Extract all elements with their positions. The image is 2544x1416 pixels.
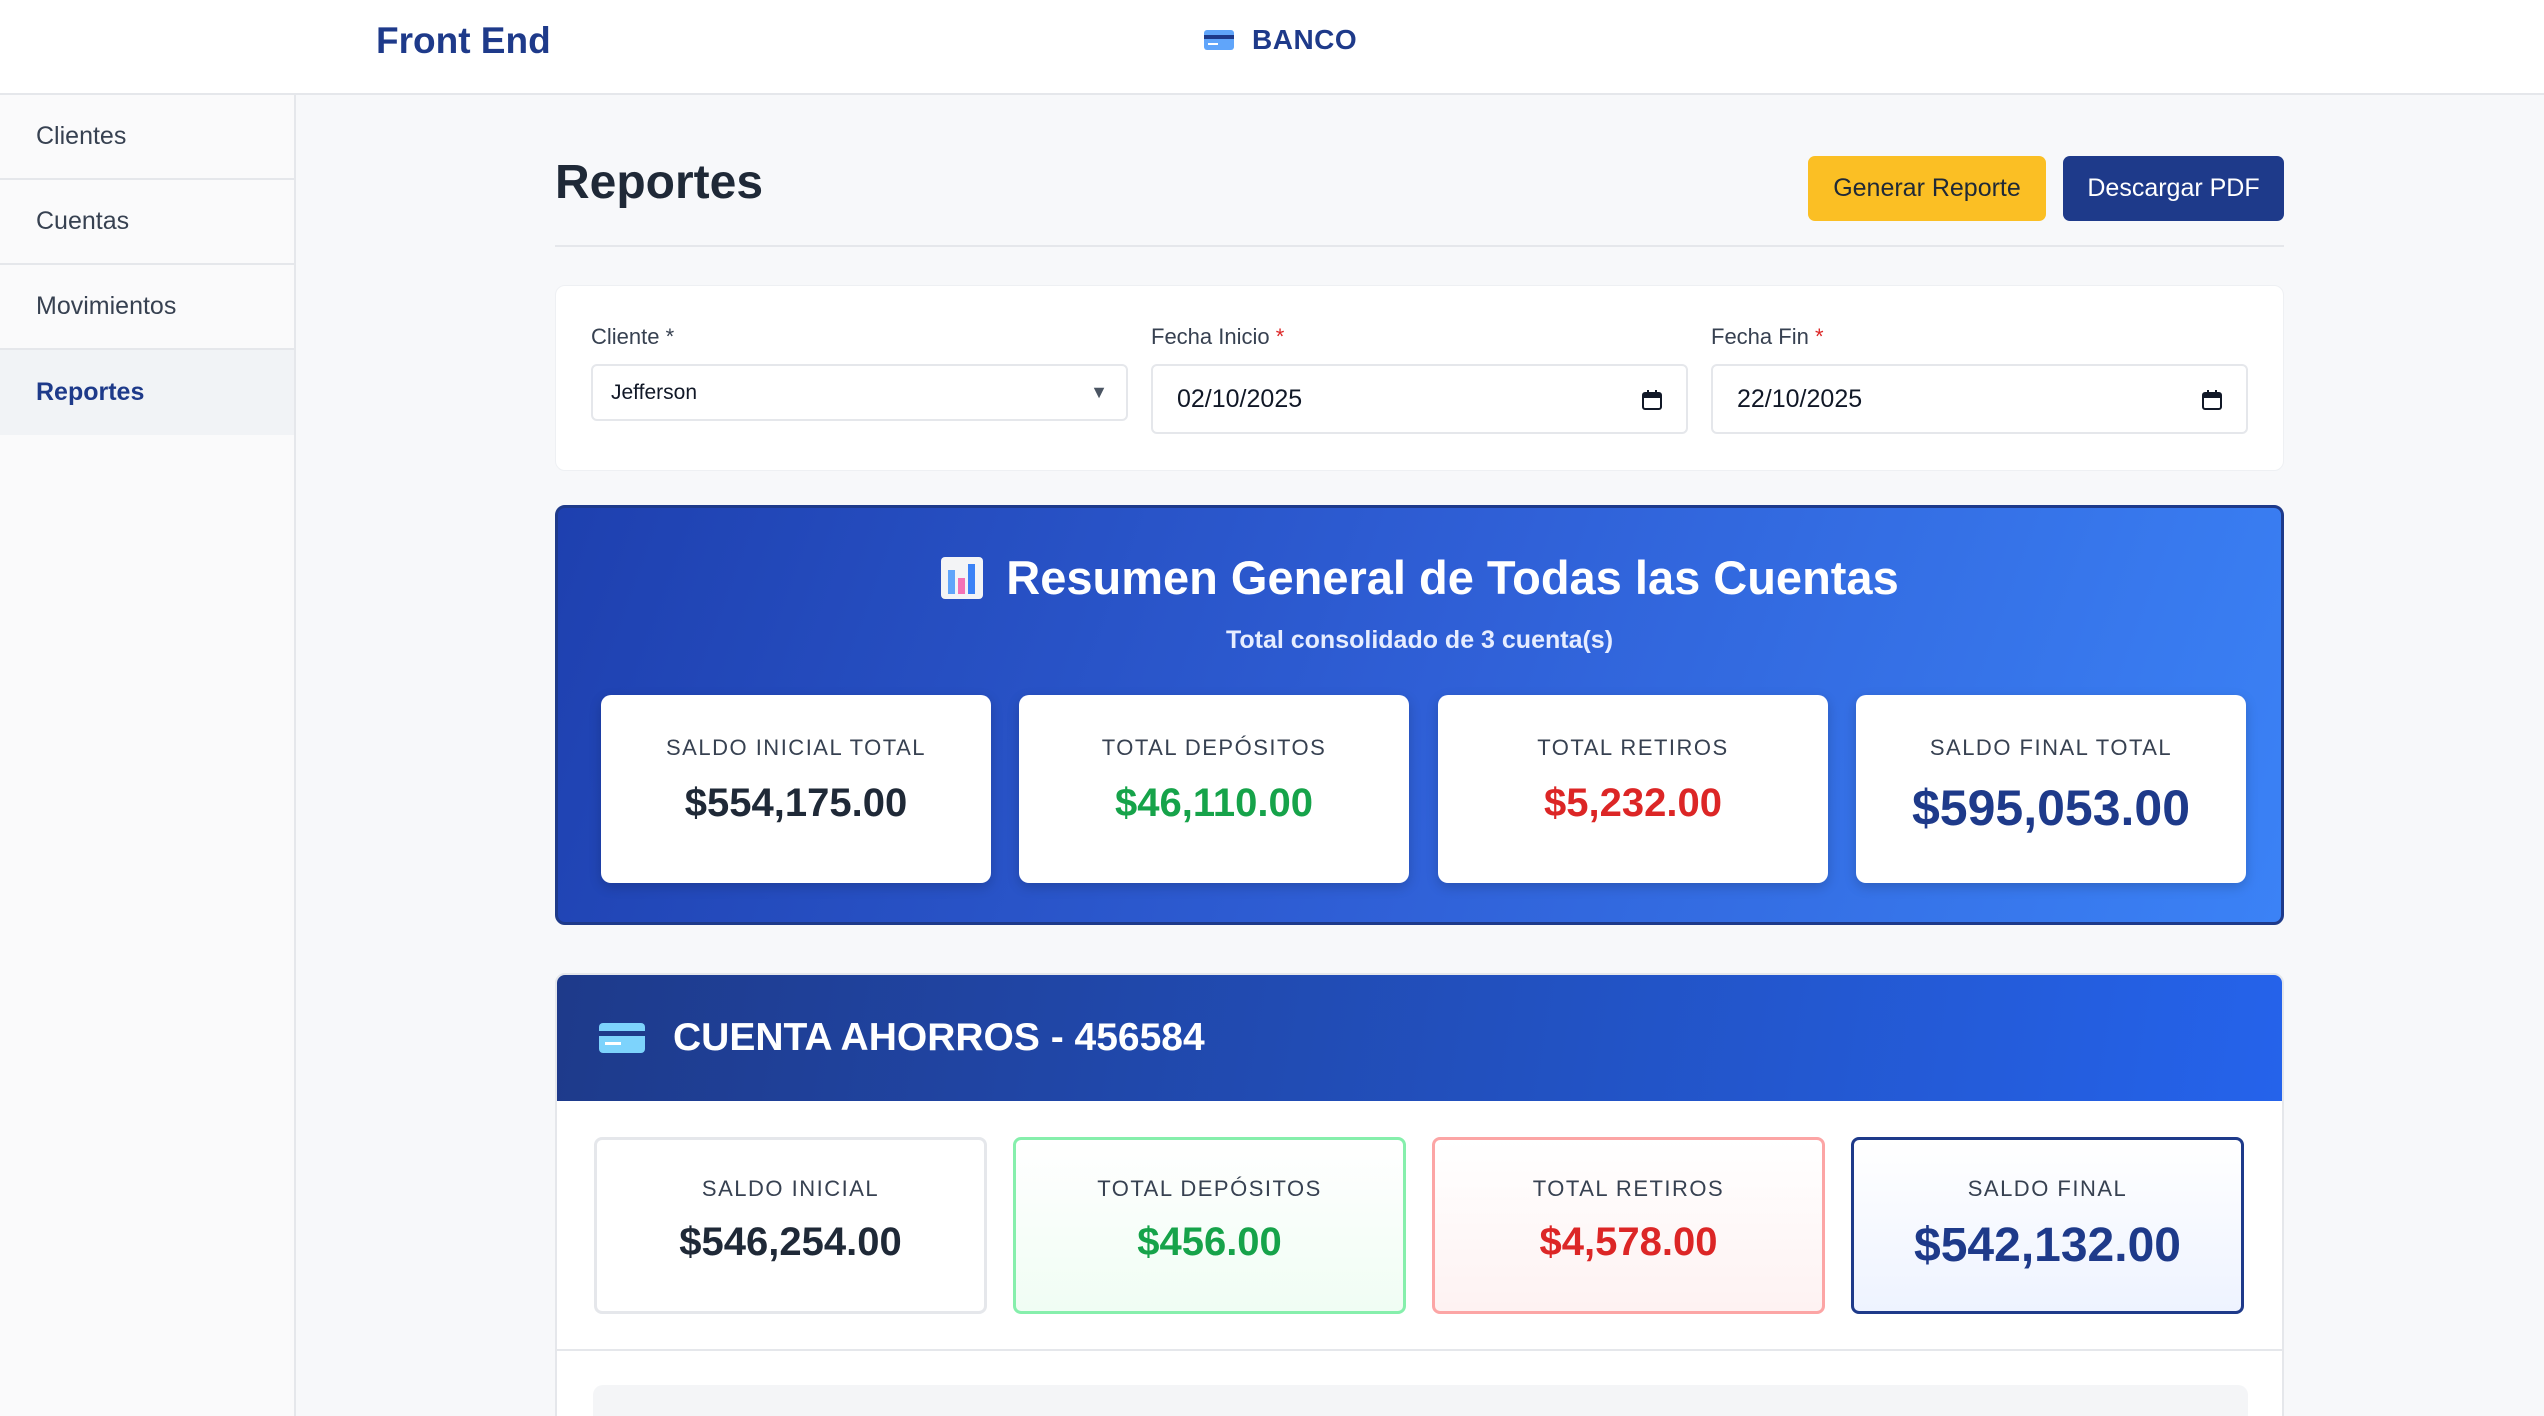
- summary-card-withdrawals: TOTAL RETIROS $5,232.00: [1438, 695, 1828, 883]
- card-label: TOTAL RETIROS: [1532, 1176, 1725, 1201]
- client-select-value: Jefferson: [611, 380, 697, 404]
- summary-title: Resumen General de Todas las Cuentas: [558, 550, 2281, 605]
- summary-subtitle: Total consolidado de 3 cuenta(s): [1225, 626, 1614, 654]
- card-value: $542,132.00: [1914, 1219, 2181, 1272]
- summary-card-final: SALDO FINAL TOTAL $595,053.00: [1856, 695, 2246, 883]
- card-label: SALDO FINAL TOTAL: [1929, 735, 2173, 760]
- client-field: Cliente * Jefferson ▼: [591, 324, 1128, 421]
- card-label: SALDO FINAL: [1967, 1176, 2128, 1201]
- account-card-deposits: TOTAL DEPÓSITOS $456.00: [1013, 1137, 1406, 1314]
- account-card-final: SALDO FINAL $542,132.00: [1851, 1137, 2244, 1314]
- sidebar-item-movimientos[interactable]: Movimientos: [0, 265, 294, 350]
- card-value: $46,110.00: [1115, 781, 1313, 825]
- card-value: $456.00: [1137, 1220, 1282, 1264]
- top-header: Front End BANCO: [0, 0, 2544, 95]
- card-label: SALDO INICIAL TOTAL: [666, 735, 926, 760]
- account-card-initial: SALDO INICIAL $546,254.00: [594, 1137, 987, 1314]
- card-value: $4,578.00: [1539, 1220, 1718, 1264]
- calendar-icon[interactable]: [1642, 390, 1662, 410]
- brand-text: BANCO: [1252, 24, 1358, 55]
- summary-card-initial: SALDO INICIAL TOTAL $554,175.00: [601, 695, 991, 883]
- page-header: Reportes Generar Reporte Descargar PDF: [555, 155, 2284, 247]
- sidebar-item-clientes[interactable]: Clientes: [0, 95, 294, 180]
- credit-card-icon: [1204, 30, 1234, 50]
- calendar-icon[interactable]: [2202, 390, 2222, 410]
- end-date-label: Fecha Fin *: [1711, 324, 1824, 349]
- start-date-value: 02/10/2025: [1177, 384, 1303, 413]
- summary-title-text: Resumen General de Todas las Cuentas: [1006, 551, 1899, 604]
- account-section: CUENTA AHORROS - 456584 SALDO INICIAL $5…: [555, 973, 2284, 1416]
- start-date-label: Fecha Inicio *: [1151, 324, 1285, 349]
- brand: BANCO: [1204, 24, 1357, 56]
- account-header: CUENTA AHORROS - 456584: [557, 975, 2282, 1101]
- credit-card-icon: [599, 1023, 645, 1053]
- card-label: TOTAL DEPÓSITOS: [1101, 735, 1327, 760]
- card-label: SALDO INICIAL: [701, 1176, 880, 1201]
- end-date-value: 22/10/2025: [1737, 384, 1863, 413]
- chevron-down-icon: ▼: [1090, 382, 1108, 402]
- generate-report-button[interactable]: Generar Reporte: [1808, 156, 2046, 221]
- account-details-panel: [593, 1385, 2248, 1416]
- divider: [557, 1349, 2282, 1351]
- card-value: $546,254.00: [679, 1220, 902, 1264]
- sidebar: Clientes Cuentas Movimientos Reportes: [0, 95, 296, 1416]
- start-date-field: Fecha Inicio * 02/10/2025: [1151, 324, 1688, 434]
- filters-panel: Cliente * Jefferson ▼ Fecha Inicio * 02/…: [555, 285, 2284, 471]
- end-date-field: Fecha Fin * 22/10/2025: [1711, 324, 2248, 434]
- page-title: Reportes: [555, 156, 764, 209]
- start-date-input[interactable]: 02/10/2025: [1151, 364, 1688, 434]
- account-title: CUENTA AHORROS - 456584: [673, 1016, 1205, 1059]
- bar-chart-icon: [941, 556, 984, 599]
- card-label: TOTAL RETIROS: [1537, 735, 1729, 760]
- end-date-input[interactable]: 22/10/2025: [1711, 364, 2248, 434]
- sidebar-item-cuentas[interactable]: Cuentas: [0, 180, 294, 265]
- summary-panel: Resumen General de Todas las Cuentas Tot…: [555, 505, 2284, 925]
- app-title[interactable]: Front End: [376, 20, 551, 62]
- sidebar-item-reportes[interactable]: Reportes: [0, 350, 294, 435]
- client-label: Cliente *: [591, 324, 675, 349]
- summary-card-deposits: TOTAL DEPÓSITOS $46,110.00: [1019, 695, 1409, 883]
- client-select[interactable]: Jefferson ▼: [591, 364, 1128, 421]
- card-value: $554,175.00: [684, 781, 908, 825]
- download-pdf-button[interactable]: Descargar PDF: [2063, 156, 2284, 221]
- card-label: TOTAL DEPÓSITOS: [1097, 1176, 1322, 1201]
- card-value: $595,053.00: [1911, 780, 2191, 836]
- account-card-withdrawals: TOTAL RETIROS $4,578.00: [1432, 1137, 1825, 1314]
- card-value: $5,232.00: [1544, 781, 1722, 825]
